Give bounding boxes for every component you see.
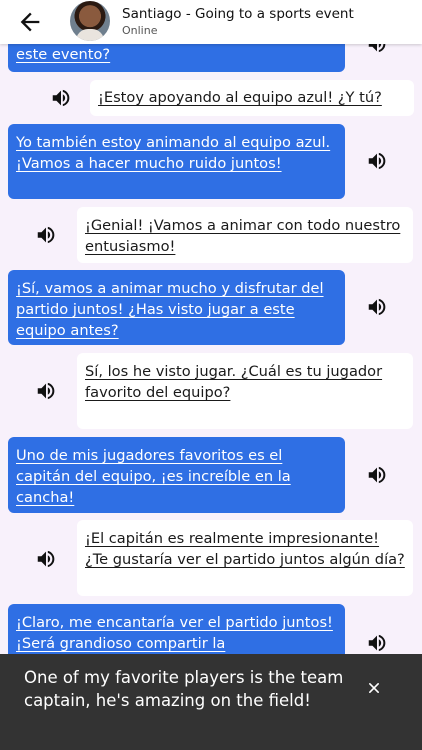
user-message[interactable]: Yo también estoy animando al equipo azul… (8, 124, 345, 199)
translation-toast: One of my favorite players is the team c… (0, 654, 422, 750)
contact-name: Santiago - Going to a sports event (122, 6, 354, 22)
speaker-icon[interactable] (366, 150, 388, 172)
back-arrow-icon[interactable] (16, 8, 44, 36)
bot-message[interactable]: Sí, los he visto jugar. ¿Cuál es tu juga… (77, 353, 413, 429)
speaker-icon[interactable] (366, 632, 388, 654)
speaker-icon[interactable] (366, 464, 388, 486)
bot-message[interactable]: ¡El capitán es realmente impresionante! … (77, 520, 413, 596)
speaker-icon[interactable] (35, 380, 57, 402)
user-message[interactable]: ¡Sí, vamos a animar mucho y disfrutar de… (8, 270, 345, 345)
chat-area: este evento? ¡Estoy apoyando al equipo a… (0, 0, 422, 750)
bot-message[interactable]: ¡Genial! ¡Vamos a animar con todo nuestr… (77, 207, 413, 263)
contact-status: Online (122, 24, 158, 37)
speaker-icon[interactable] (366, 296, 388, 318)
speaker-icon[interactable] (35, 224, 57, 246)
close-icon[interactable] (364, 678, 384, 698)
speaker-icon[interactable] (35, 548, 57, 570)
user-message[interactable]: Uno de mis jugadores favoritos es el cap… (8, 437, 345, 513)
speaker-icon[interactable] (50, 87, 72, 109)
toast-text: One of my favorite players is the team c… (24, 668, 344, 710)
avatar[interactable] (70, 1, 110, 41)
chat-header: Santiago - Going to a sports event Onlin… (0, 0, 422, 44)
bot-message[interactable]: ¡Estoy apoyando al equipo azul! ¿Y tú? (90, 80, 414, 116)
